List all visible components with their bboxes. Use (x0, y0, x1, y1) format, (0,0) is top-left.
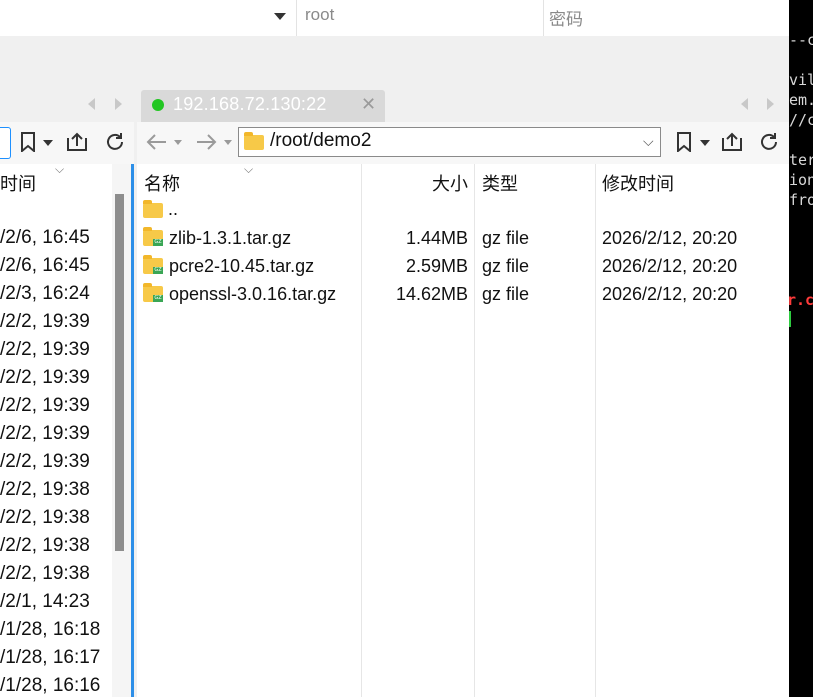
arrow-right-icon[interactable] (195, 133, 217, 156)
left-path-input[interactable] (0, 127, 11, 159)
folder-icon (143, 200, 163, 218)
file-size: 2.59MB (405, 256, 468, 276)
scrollbar-thumb[interactable] (115, 194, 124, 551)
path-value[interactable]: /root/demo2 (270, 130, 371, 152)
file-name: pcre2-10.45.tar.gz (169, 256, 315, 276)
list-item[interactable]: /2/2, 19:39 (0, 451, 90, 473)
right-file-pane (137, 122, 789, 697)
gz-archive-icon (143, 283, 163, 302)
file-name: zlib-1.3.1.tar.gz (169, 228, 292, 248)
column-header-size[interactable]: 大小 (432, 170, 468, 196)
terminal-panel[interactable]: --c vil em. //c ter ion fro r.c (789, 0, 813, 697)
password-input[interactable]: 密码 (549, 5, 583, 30)
list-item[interactable]: /2/2, 19:38 (0, 479, 90, 501)
terminal-line: fro (789, 191, 813, 209)
list-item[interactable]: /2/2, 19:39 (0, 423, 90, 445)
file-type: gz file (482, 284, 530, 304)
chevron-down-icon[interactable] (174, 140, 182, 145)
file-name: openssl-3.0.16.tar.gz (169, 284, 337, 304)
username-input[interactable]: root (305, 5, 334, 25)
file-modified: 2026/2/12, 20:20 (602, 284, 738, 304)
refresh-icon[interactable] (758, 131, 780, 158)
terminal-line: em. (789, 91, 813, 109)
chevron-down-icon[interactable] (224, 140, 232, 145)
tab-title: 192.168.72.130:22 (173, 94, 327, 114)
upload-icon[interactable] (66, 132, 88, 157)
list-item[interactable]: /2/3, 16:24 (0, 283, 90, 305)
list-item[interactable]: /1/28, 16:17 (0, 647, 100, 669)
terminal-line: ion (789, 171, 813, 189)
folder-icon (244, 132, 264, 150)
list-item[interactable]: /2/2, 19:38 (0, 563, 90, 585)
list-item[interactable]: /2/2, 19:39 (0, 367, 90, 389)
file-size: 1.44MB (405, 228, 468, 248)
sort-chevron-icon[interactable]: ⌵ (244, 162, 253, 177)
connection-bar (0, 0, 789, 37)
upload-icon[interactable] (721, 132, 743, 157)
file-modified: 2026/2/12, 20:20 (602, 228, 738, 248)
parent-directory-entry[interactable]: .. (168, 199, 178, 220)
terminal-cursor (789, 311, 791, 327)
terminal-line: --c (789, 31, 813, 49)
arrow-left-icon[interactable] (146, 133, 168, 156)
list-item[interactable]: /2/2, 19:38 (0, 535, 90, 557)
tab-scroll-right-icon[interactable] (115, 98, 122, 110)
column-header-modified[interactable]: 修改时间 (602, 170, 674, 196)
list-item[interactable]: /2/2, 19:39 (0, 339, 90, 361)
column-divider[interactable] (474, 164, 475, 697)
column-divider[interactable] (595, 164, 596, 697)
tab-scroll-right-icon[interactable] (767, 98, 774, 110)
host-dropdown-icon[interactable] (274, 13, 286, 20)
list-item[interactable]: /2/2, 19:39 (0, 395, 90, 417)
column-header-name[interactable]: 名称 (144, 170, 180, 196)
list-item[interactable]: /1/28, 16:16 (0, 675, 100, 697)
list-item[interactable]: /2/6, 16:45 (0, 227, 90, 249)
gz-archive-icon (143, 227, 163, 246)
path-dropdown-icon[interactable]: ⌵ (643, 133, 654, 150)
list-item[interactable]: /2/2, 19:38 (0, 507, 90, 529)
refresh-icon[interactable] (104, 131, 126, 158)
connection-status-icon (152, 99, 164, 111)
list-item[interactable]: /2/6, 16:45 (0, 255, 90, 277)
file-type: gz file (482, 228, 530, 248)
close-icon[interactable]: ✕ (361, 94, 376, 115)
list-item[interactable]: /1/28, 16:18 (0, 619, 100, 641)
tab-scroll-left-icon[interactable] (741, 98, 748, 110)
sort-chevron-icon[interactable]: ⌵ (55, 162, 64, 177)
chevron-down-icon[interactable] (700, 140, 710, 146)
divider (543, 0, 544, 36)
column-header-type[interactable]: 类型 (482, 170, 518, 196)
file-modified: 2026/2/12, 20:20 (602, 256, 738, 276)
pane-divider[interactable] (131, 164, 134, 697)
bookmark-icon[interactable] (20, 132, 36, 157)
chevron-down-icon[interactable] (43, 140, 53, 146)
bookmark-icon[interactable] (676, 132, 692, 157)
terminal-line: r.c (789, 291, 813, 309)
tab-scroll-left-icon[interactable] (88, 98, 95, 110)
gz-archive-icon (143, 255, 163, 274)
list-item[interactable]: /2/2, 19:39 (0, 311, 90, 333)
divider (296, 0, 297, 36)
terminal-line: //c (789, 111, 813, 129)
file-type: gz file (482, 256, 530, 276)
list-item[interactable]: /2/1, 14:23 (0, 591, 90, 613)
column-divider[interactable] (361, 164, 362, 697)
column-header-modified[interactable]: 时间 (0, 170, 36, 196)
file-size: 14.62MB (395, 284, 468, 304)
terminal-line: ter (789, 151, 813, 169)
terminal-line: vil (789, 71, 813, 89)
